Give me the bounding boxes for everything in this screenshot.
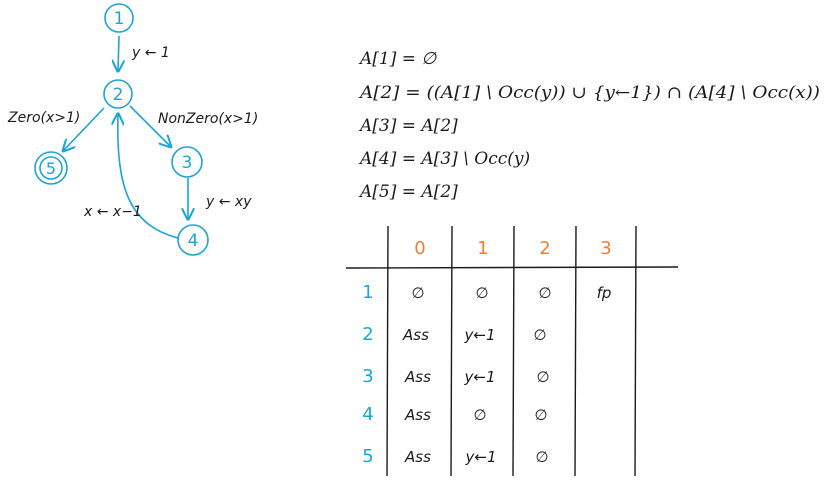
table-cell: Ass — [404, 406, 431, 424]
node-3-label: 3 — [182, 153, 193, 173]
table-row: 1 ∅ ∅ ∅ fp — [362, 282, 611, 303]
table-row-label: 2 — [362, 324, 373, 345]
table-col-header-3: 3 — [600, 238, 611, 259]
table-cell: y←1 — [464, 326, 496, 344]
table-cell: Ass — [402, 326, 429, 344]
table-row-label: 3 — [362, 366, 373, 387]
equation-a4: A[4] = A[3] \ Occ(y) — [358, 149, 530, 169]
table-cell: ∅ — [536, 368, 549, 386]
equation-a3: A[3] = A[2] — [358, 116, 458, 136]
node-2: 2 — [103, 79, 133, 109]
edge-label-2-3: NonZero(x>1) — [158, 111, 258, 127]
table-col-rule-0 — [386, 225, 389, 477]
equation-a1: A[1] = ∅ — [358, 49, 437, 69]
whiteboard-canvas: y ← 1 Zero(x>1) NonZero(x>1) y ← xy x ← … — [7, 3, 820, 477]
table-col-header-0: 0 — [414, 238, 425, 259]
equation-a2: A[2] = ((A[1] \ Occ(y)) ∪ {y←1}) ∩ (A[4]… — [358, 83, 820, 103]
edge-label-3-4: y ← xy — [205, 194, 252, 210]
table-row-label: 5 — [362, 446, 373, 467]
table-row-label: 1 — [362, 282, 373, 303]
edge-label-4-2: x ← x−1 — [83, 204, 142, 220]
table-cell: Ass — [404, 368, 431, 386]
node-5-label: 5 — [46, 159, 56, 178]
table-cell: y←1 — [465, 448, 497, 466]
node-1: 1 — [104, 3, 134, 33]
table-col-rule-1 — [450, 225, 453, 477]
iteration-table: 0 1 2 3 1 ∅ ∅ ∅ fp 2 Ass y←1 ∅ 3 Ass y←1… — [345, 225, 679, 477]
table-col-header-2: 2 — [539, 238, 550, 259]
node-4-label: 4 — [188, 231, 199, 251]
table-cell: fp — [597, 284, 612, 302]
equation-a5: A[5] = A[2] — [358, 182, 458, 202]
table-cell: ∅ — [535, 448, 548, 466]
table-cell: ∅ — [411, 284, 424, 302]
table-col-rule-2 — [512, 225, 515, 477]
table-cell: ∅ — [538, 284, 551, 302]
node-1-label: 1 — [114, 9, 125, 29]
table-cell: ∅ — [473, 406, 486, 424]
table-row: 3 Ass y←1 ∅ — [362, 366, 549, 387]
table-row-label: 4 — [362, 404, 373, 425]
equation-system: A[1] = ∅ A[2] = ((A[1] \ Occ(y)) ∪ {y←1}… — [358, 49, 820, 202]
table-cell: ∅ — [533, 326, 546, 344]
table-col-header-1: 1 — [477, 238, 488, 259]
node-4: 4 — [177, 224, 209, 256]
table-row: 5 Ass y←1 ∅ — [362, 446, 548, 467]
table-col-rule-4 — [634, 225, 637, 477]
node-3: 3 — [171, 146, 203, 178]
node-5: 5 — [34, 151, 68, 185]
table-cell: Ass — [404, 448, 431, 466]
control-flow-graph: y ← 1 Zero(x>1) NonZero(x>1) y ← xy x ← … — [7, 3, 258, 256]
edge-label-1-2: y ← 1 — [131, 45, 170, 61]
table-row: 2 Ass y←1 ∅ — [362, 324, 546, 345]
node-2-label: 2 — [113, 85, 124, 105]
table-row: 4 Ass ∅ ∅ — [362, 404, 547, 425]
table-col-rule-3 — [574, 225, 577, 477]
table-cell: y←1 — [464, 368, 496, 386]
table-cell: ∅ — [534, 406, 547, 424]
table-cell: ∅ — [475, 284, 488, 302]
edge-label-2-5: Zero(x>1) — [7, 110, 80, 126]
table-header-rule — [345, 266, 679, 269]
edge-1-2 — [118, 35, 119, 70]
